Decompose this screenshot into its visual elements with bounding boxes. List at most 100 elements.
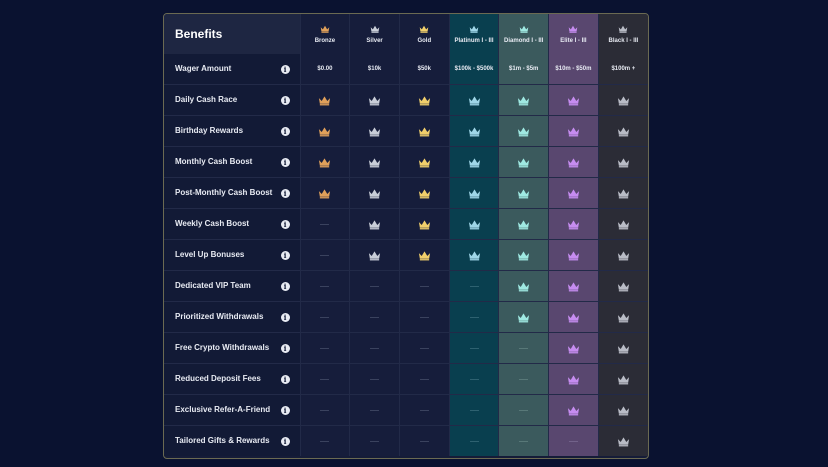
benefit-cell-diamond (498, 363, 550, 395)
info-icon[interactable]: i (280, 375, 290, 384)
benefit-cell-diamond (498, 301, 550, 333)
benefit-cell-platinum (449, 177, 500, 209)
benefit-cell-bronze (300, 177, 351, 209)
info-icon[interactable]: i (280, 251, 290, 260)
benefit-cell-platinum (449, 394, 500, 426)
info-icon[interactable]: i (280, 406, 290, 415)
benefit-cell-silver (349, 146, 400, 178)
benefit-cell-elite (548, 115, 599, 147)
info-icon[interactable]: i (280, 313, 290, 322)
benefit-cell-diamond (498, 146, 550, 178)
crown-icon (468, 219, 480, 229)
info-icon[interactable]: i (280, 189, 290, 198)
benefit-cell-diamond (498, 115, 550, 147)
wager-amount-bronze: $0.00 (300, 54, 351, 85)
info-icon[interactable]: i (280, 282, 290, 291)
benefit-cell-elite (548, 239, 599, 271)
row-label-cell: Wager Amount i (164, 54, 301, 85)
benefit-cell-black (598, 301, 648, 333)
benefit-cell-silver (349, 270, 400, 302)
not-included-dash (370, 378, 380, 380)
crown-icon (567, 219, 579, 229)
crown-icon (617, 250, 629, 260)
info-icon[interactable]: i (280, 220, 290, 229)
crown-icon (567, 250, 579, 260)
benefit-cell-silver (349, 115, 400, 147)
benefit-row: Exclusive Refer-A-Friend i (164, 394, 648, 426)
benefit-cell-silver (349, 301, 400, 333)
not-included-dash (519, 440, 529, 442)
benefit-cell-platinum (449, 239, 500, 271)
crown-icon (617, 405, 629, 415)
crown-icon (617, 343, 629, 353)
not-included-dash (320, 378, 330, 380)
tier-name: Gold (417, 37, 432, 44)
table-body: Wager Amount i $0.00 $10k $50k $100k - $500… (164, 54, 648, 456)
info-icon[interactable]: i (280, 65, 290, 74)
benefit-cell-gold (399, 177, 450, 209)
tier-name: Black I - III (608, 37, 639, 44)
benefit-label: Birthday Rewards (175, 126, 244, 136)
crown-icon (468, 157, 480, 167)
crown-icon (369, 188, 381, 198)
wager-amount-silver: $10k (349, 54, 400, 85)
benefit-cell-elite (548, 177, 599, 209)
not-included-dash (568, 440, 578, 442)
crown-icon (619, 25, 628, 33)
benefit-cell-bronze (300, 425, 351, 456)
crown-icon (369, 126, 381, 136)
benefit-cell-platinum (449, 208, 500, 240)
vip-benefits-table-panel: Benefits Bronze Silver Gold Platinum I - II… (163, 13, 649, 459)
not-included-dash (469, 316, 479, 318)
row-label-cell: Daily Cash Race i (164, 84, 301, 116)
crown-icon (518, 188, 530, 198)
info-icon[interactable]: i (280, 437, 290, 446)
benefit-label: Post-Monthly Cash Boost (175, 188, 273, 198)
info-icon[interactable]: i (280, 344, 290, 353)
info-icon[interactable]: i (280, 96, 290, 105)
crown-icon (319, 188, 331, 198)
benefit-label: Exclusive Refer-A-Friend (175, 405, 271, 415)
crown-icon (567, 188, 579, 198)
benefit-cell-bronze (300, 301, 351, 333)
benefit-cell-bronze (300, 208, 351, 240)
benefit-row: Reduced Deposit Fees i (164, 363, 648, 395)
crown-icon (567, 312, 579, 322)
crown-icon (617, 219, 629, 229)
row-label-cell: Level Up Bonuses i (164, 239, 301, 271)
info-icon[interactable]: i (280, 158, 290, 167)
row-label-cell: Weekly Cash Boost i (164, 208, 301, 240)
not-included-dash (469, 347, 479, 349)
benefit-row: Daily Cash Race i (164, 84, 648, 116)
benefit-cell-diamond (498, 239, 550, 271)
benefit-cell-elite (548, 332, 599, 364)
benefit-cell-silver (349, 394, 400, 426)
benefit-cell-gold (399, 301, 450, 333)
crown-icon (370, 25, 379, 33)
crown-icon (418, 188, 430, 198)
wager-amount-gold: $50k (399, 54, 450, 85)
benefit-cell-gold (399, 146, 450, 178)
crown-icon (518, 219, 530, 229)
info-icon[interactable]: i (280, 127, 290, 136)
crown-icon (369, 219, 381, 229)
benefit-cell-silver (349, 332, 400, 364)
benefit-label: Free Crypto Withdrawals (175, 343, 270, 353)
tier-name: Diamond I - III (504, 37, 544, 44)
crown-icon (617, 95, 629, 105)
crown-icon (518, 281, 530, 291)
benefit-cell-bronze (300, 394, 351, 426)
crown-icon (319, 157, 331, 167)
benefit-cell-bronze (300, 239, 351, 271)
benefit-cell-black (598, 208, 648, 240)
crown-icon (567, 405, 579, 415)
not-included-dash (519, 378, 529, 380)
crown-icon (369, 95, 381, 105)
crown-icon (567, 157, 579, 167)
crown-icon (468, 188, 480, 198)
benefit-cell-elite (548, 363, 599, 395)
benefit-cell-elite (548, 270, 599, 302)
row-label-cell: Reduced Deposit Fees i (164, 363, 301, 395)
benefit-row: Weekly Cash Boost i (164, 208, 648, 240)
crown-icon (567, 95, 579, 105)
